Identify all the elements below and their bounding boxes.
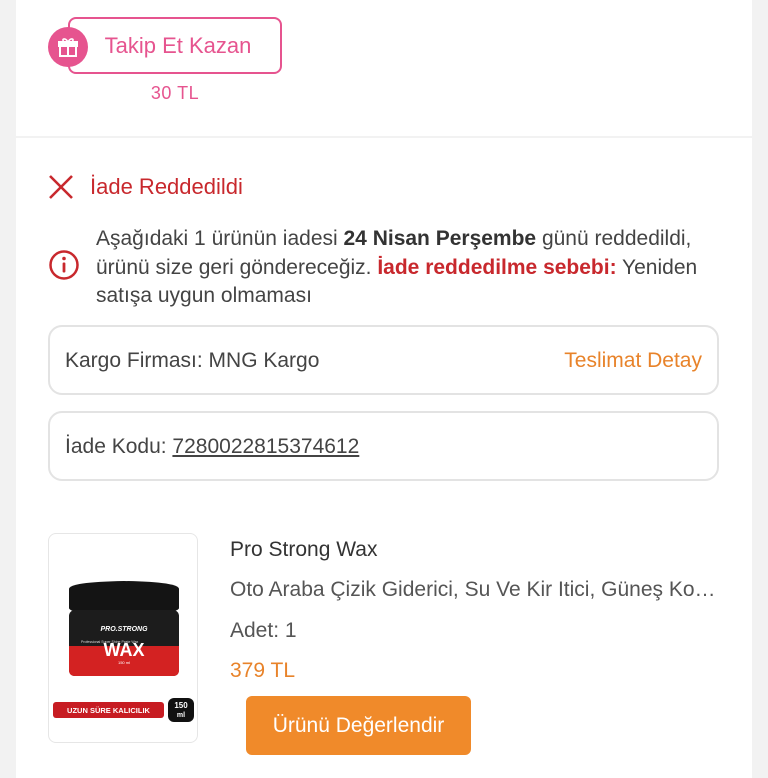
- info-icon: [49, 250, 79, 280]
- product-banner-text: UZUN SÜRE KALICILIK: [67, 706, 150, 715]
- return-info-message: Aşağıdaki 1 ürünün iadesi 24 Nisan Perşe…: [96, 225, 716, 311]
- follow-earn-button[interactable]: Takip Et Kazan: [68, 17, 282, 74]
- return-code-label: İade Kodu:: [65, 435, 173, 458]
- close-icon: [49, 175, 73, 199]
- cargo-box: Kargo Firması: MNG Kargo Teslimat Detay: [48, 325, 719, 395]
- gift-icon: [48, 27, 88, 67]
- message-text: Aşağıdaki 1 ürünün iadesi: [96, 227, 344, 250]
- product-quantity: Adet: 1: [230, 619, 297, 642]
- product-price: 379 TL: [230, 659, 295, 682]
- return-code-box: İade Kodu: 7280022815374612: [48, 411, 719, 481]
- product-wax-text: WAX: [103, 640, 144, 660]
- rate-product-button[interactable]: Ürünü Değerlendir: [246, 696, 471, 755]
- reason-label: İade reddedilme sebebi:: [377, 255, 617, 279]
- product-brand[interactable]: Pro Strong Wax: [230, 538, 377, 562]
- delivery-detail-link[interactable]: Teslimat Detay: [564, 349, 702, 373]
- product-badge-value: 150: [174, 701, 188, 710]
- product-badge-unit: ml: [177, 712, 185, 719]
- follow-earn-reward: 30 TL: [150, 83, 200, 103]
- product-jar-brand: PRO.STRONG: [100, 626, 148, 633]
- return-date: 24 Nisan Perşembe: [343, 227, 537, 250]
- follow-earn-label: Takip Et Kazan: [104, 32, 252, 58]
- return-code: İade Kodu: 7280022815374612: [65, 435, 359, 459]
- return-code-value[interactable]: 7280022815374612: [172, 435, 359, 458]
- product-size-text: 150 ml: [118, 660, 130, 665]
- product-name[interactable]: Oto Araba Çizik Giderici, Su Ve Kir Itic…: [230, 578, 722, 602]
- cargo-label: Kargo Firması: MNG Kargo: [65, 349, 320, 372]
- return-status-title: İade Reddedildi: [90, 174, 243, 199]
- product-image[interactable]: PRO.STRONG PRO.STRONG Professional Super…: [48, 533, 198, 743]
